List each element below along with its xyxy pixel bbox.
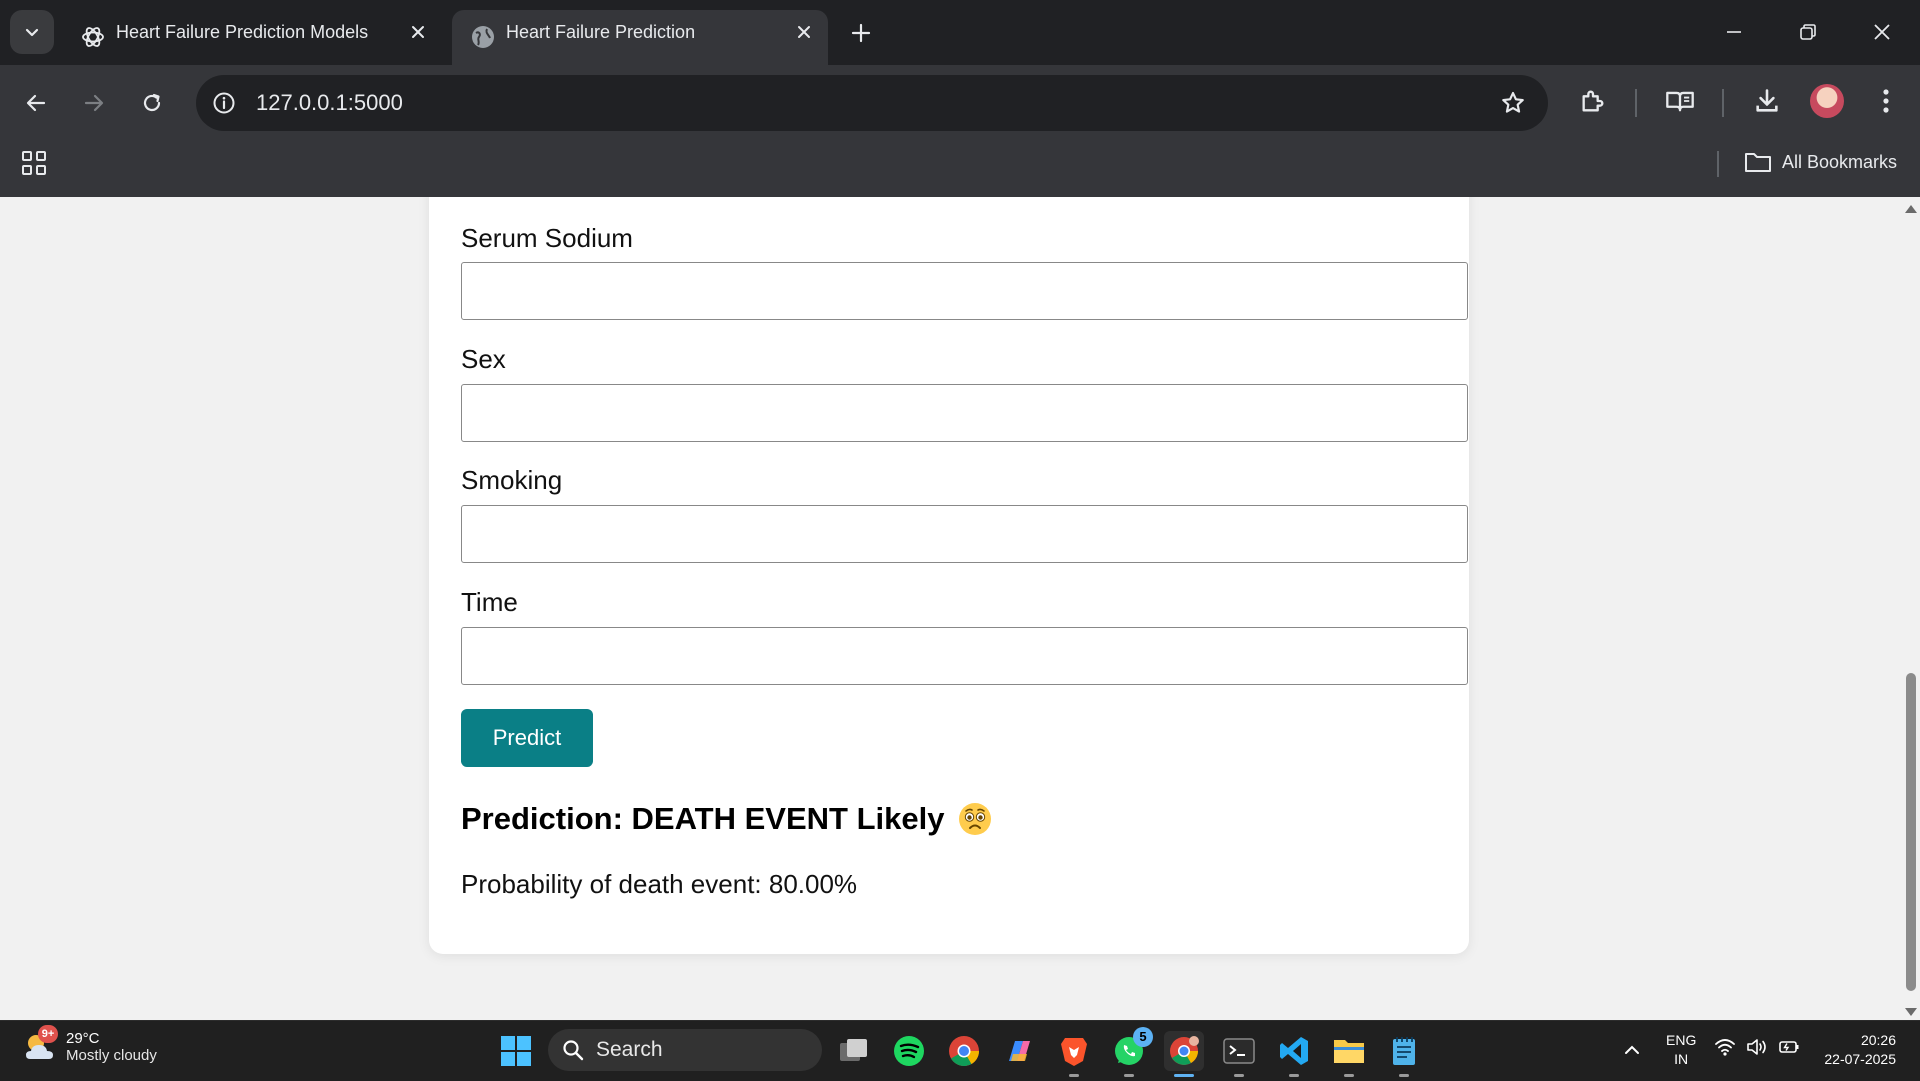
anxious-face-emoji-icon — [959, 803, 992, 835]
tab-search-button[interactable] — [10, 10, 54, 54]
predict-button[interactable]: Predict — [461, 709, 593, 767]
battery-icon[interactable] — [1778, 1037, 1800, 1057]
system-clock[interactable]: 20:26 22-07-2025 — [1812, 1031, 1896, 1069]
notepad-icon[interactable] — [1384, 1031, 1424, 1077]
tab-heart-failure-prediction[interactable]: Heart Failure Prediction — [452, 10, 828, 65]
close-tab-icon[interactable] — [408, 22, 428, 42]
task-view-icon[interactable] — [834, 1031, 874, 1071]
terminal-icon[interactable] — [1219, 1031, 1259, 1077]
whatsapp-icon[interactable]: 5 — [1109, 1027, 1153, 1077]
page-scrollbar[interactable] — [1902, 197, 1920, 1020]
new-tab-plus-icon[interactable] — [846, 18, 876, 48]
prediction-heading: Prediction: DEATH EVENT Likely — [461, 801, 992, 837]
tab-title: Heart Failure Prediction Models — [116, 22, 369, 42]
brave-icon[interactable] — [1054, 1031, 1094, 1077]
vscode-icon[interactable] — [1274, 1031, 1314, 1077]
weather-temperature: 29°C — [66, 1030, 100, 1047]
all-bookmarks-label: All Bookmarks — [1782, 151, 1898, 172]
weather-alert-badge: 9+ — [38, 1025, 58, 1043]
folder-icon — [1745, 153, 1771, 172]
close-window-icon[interactable] — [1864, 14, 1900, 50]
language-indicator[interactable]: ENG IN — [1666, 1031, 1696, 1069]
globe-icon — [472, 26, 494, 48]
bookmarks-divider — [1717, 151, 1719, 177]
scrollbar-thumb[interactable] — [1906, 673, 1916, 991]
clock-date: 22-07-2025 — [1824, 1051, 1896, 1067]
chrome-icon[interactable] — [944, 1031, 984, 1071]
profile-avatar[interactable] — [1810, 84, 1844, 118]
url-text[interactable]: 127.0.0.1:5000 — [256, 75, 403, 131]
taskbar-search-box[interactable]: Search — [548, 1029, 822, 1071]
time-label: Time — [461, 587, 518, 617]
search-icon — [563, 1040, 584, 1061]
sex-input[interactable] — [461, 384, 1468, 442]
download-icon[interactable] — [1747, 81, 1787, 121]
sex-label: Sex — [461, 344, 506, 374]
language-code: ENG — [1666, 1032, 1697, 1048]
all-bookmarks-button[interactable]: All Bookmarks — [1744, 147, 1897, 177]
browser-tab-strip: Heart Failure Prediction Models Heart Fa… — [0, 0, 1920, 65]
region-code: IN — [1674, 1051, 1689, 1067]
smoking-input[interactable] — [461, 505, 1468, 563]
chrome-profile-icon[interactable] — [1164, 1031, 1204, 1077]
forward-arrow-icon[interactable] — [74, 83, 114, 123]
scroll-up-arrow-icon[interactable] — [1905, 205, 1917, 213]
scroll-down-arrow-icon[interactable] — [1905, 1008, 1917, 1016]
serum-sodium-input[interactable] — [461, 262, 1468, 320]
bookmark-star-icon[interactable] — [1498, 88, 1528, 118]
spotify-icon[interactable] — [889, 1031, 929, 1071]
restore-icon[interactable] — [1790, 14, 1826, 50]
weather-widget[interactable]: 9+ 29°C Mostly cloudy — [22, 1025, 157, 1065]
tab-heart-failure-models[interactable]: Heart Failure Prediction Models — [62, 10, 442, 65]
close-tab-icon[interactable] — [794, 22, 814, 42]
whatsapp-badge: 5 — [1133, 1027, 1153, 1047]
cloudy-weather-icon: 9+ — [22, 1025, 58, 1065]
site-info-icon[interactable] — [210, 89, 238, 117]
minimize-icon[interactable] — [1716, 14, 1752, 50]
volume-icon[interactable] — [1746, 1037, 1768, 1057]
chevron-up-icon[interactable] — [1621, 1039, 1643, 1061]
toolbar-divider — [1722, 89, 1724, 117]
more-menu-icon[interactable] — [1866, 81, 1906, 121]
time-input[interactable] — [461, 627, 1468, 685]
back-arrow-icon[interactable] — [16, 83, 56, 123]
prediction-text: Prediction: DEATH EVENT Likely — [461, 801, 945, 836]
page-viewport: Serum Sodium Sex Smoking Time Predict Pr… — [0, 197, 1902, 1020]
smoking-label: Smoking — [461, 465, 563, 495]
search-label: Search — [596, 1038, 663, 1061]
reload-icon[interactable] — [132, 83, 172, 123]
tab-title: Heart Failure Prediction — [506, 22, 696, 42]
wifi-icon[interactable] — [1714, 1037, 1736, 1057]
apps-grid-icon[interactable] — [20, 149, 48, 177]
windows-start-icon[interactable] — [500, 1035, 532, 1067]
windows-taskbar: 9+ 29°C Mostly cloudy Search 5 ENG IN 20… — [0, 1020, 1920, 1081]
copilot-icon[interactable] — [999, 1031, 1039, 1071]
chevron-down-icon — [25, 28, 39, 37]
browser-toolbar: 127.0.0.1:5000 All Bookmarks — [0, 65, 1920, 205]
address-bar[interactable]: 127.0.0.1:5000 — [196, 75, 1548, 131]
system-tray[interactable] — [1714, 1037, 1800, 1057]
weather-description: Mostly cloudy — [66, 1047, 157, 1064]
extensions-puzzle-icon[interactable] — [1573, 81, 1613, 121]
openai-icon — [82, 27, 104, 47]
reading-mode-icon[interactable] — [1660, 81, 1700, 121]
serum-sodium-label: Serum Sodium — [461, 223, 633, 253]
clock-time: 20:26 — [1860, 1032, 1896, 1048]
probability-text: Probability of death event: 80.00% — [461, 869, 858, 899]
file-explorer-icon[interactable] — [1329, 1031, 1369, 1077]
toolbar-divider — [1635, 89, 1637, 117]
